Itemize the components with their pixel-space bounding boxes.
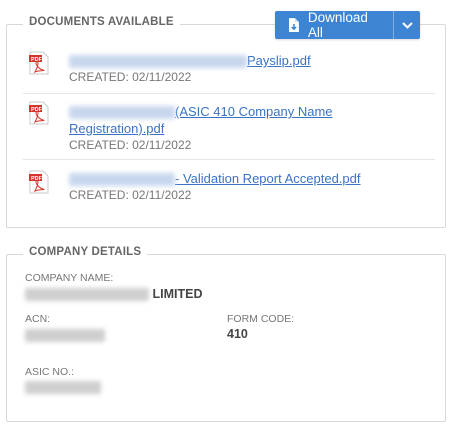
redacted-text xyxy=(69,173,175,187)
document-created-date: CREATED: 02/11/2022 xyxy=(69,70,192,84)
company-name-value: LIMITED xyxy=(25,287,203,302)
download-all-main[interactable]: Download All xyxy=(275,10,393,40)
asic-no-value xyxy=(25,380,101,395)
company-details-panel: COMPANY DETAILS COMPANY NAME: LIMITED AC… xyxy=(6,246,446,422)
form-code-label: FORM CODE: xyxy=(227,313,295,325)
redacted-text xyxy=(25,381,101,395)
redacted-text xyxy=(69,106,175,120)
svg-text:PDF: PDF xyxy=(31,57,43,63)
document-created-date: CREATED: 02/11/2022 xyxy=(69,138,192,152)
redacted-text xyxy=(25,288,149,302)
document-name-line2: Registration).pdf xyxy=(69,121,165,136)
document-link[interactable]: Payslip.pdf xyxy=(69,52,311,69)
document-item: PDF - Validation Report Accepted.pdf CRE… xyxy=(23,159,435,209)
form-code-value: 410 xyxy=(227,327,248,341)
document-link[interactable]: - Validation Report Accepted.pdf xyxy=(69,170,361,187)
documents-panel: DOCUMENTS AVAILABLE Download All PDF Pay… xyxy=(6,10,446,228)
acn-label: ACN: xyxy=(25,313,51,325)
company-name-label: COMPANY NAME: xyxy=(25,272,114,284)
company-details-title: COMPANY DETAILS xyxy=(23,246,148,258)
company-name-suffix: LIMITED xyxy=(152,287,203,301)
download-all-button[interactable]: Download All xyxy=(275,10,420,40)
acn-value xyxy=(25,328,105,343)
asic-no-label: ASIC NO.: xyxy=(25,366,75,378)
pdf-file-icon: PDF xyxy=(29,101,49,125)
redacted-text xyxy=(69,55,247,69)
document-link[interactable]: (ASIC 410 Company Name Registration).pdf xyxy=(69,103,369,137)
document-item: PDF Payslip.pdf CREATED: 02/11/2022 xyxy=(23,43,435,94)
download-file-icon xyxy=(288,18,299,32)
document-name-line1: (ASIC 410 Company Name xyxy=(175,104,333,119)
chevron-down-icon xyxy=(401,21,413,29)
svg-text:PDF: PDF xyxy=(31,107,43,113)
pdf-file-icon: PDF xyxy=(29,51,49,75)
redacted-text xyxy=(25,329,105,343)
download-all-label: Download All xyxy=(307,10,368,40)
documents-panel-title: DOCUMENTS AVAILABLE xyxy=(23,16,180,28)
document-name: - Validation Report Accepted.pdf xyxy=(175,171,361,186)
document-name: Payslip.pdf xyxy=(247,53,311,68)
pdf-file-icon: PDF xyxy=(29,170,49,194)
document-created-date: CREATED: 02/11/2022 xyxy=(69,188,192,202)
download-options-toggle[interactable] xyxy=(394,11,420,39)
document-item: PDF (ASIC 410 Company Name Registration)… xyxy=(23,93,435,160)
svg-text:PDF: PDF xyxy=(31,176,43,182)
